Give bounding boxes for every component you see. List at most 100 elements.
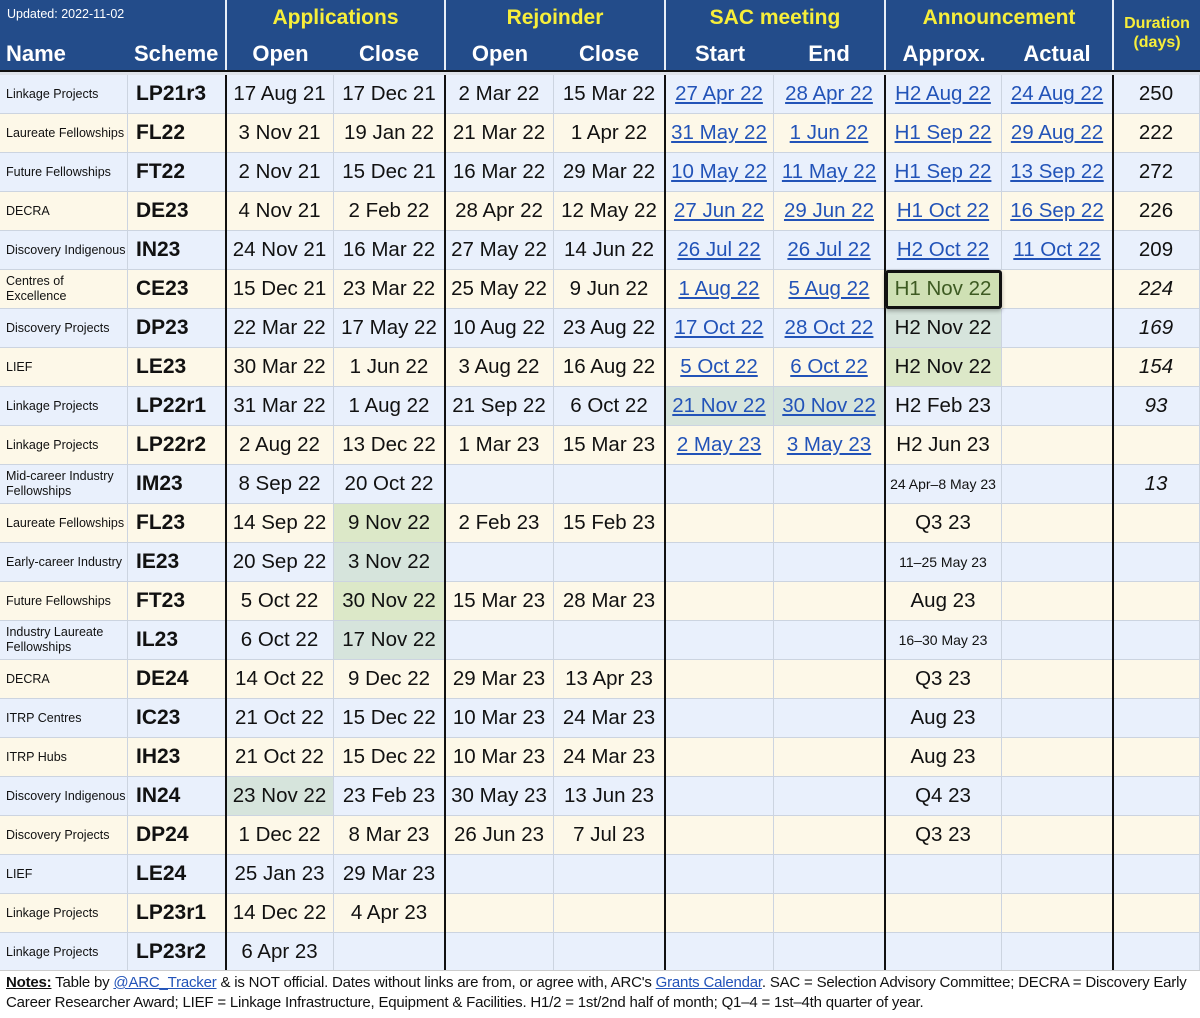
cell-sac-start[interactable]: 27 Jun 22 xyxy=(665,192,774,231)
date-link[interactable]: 3 May 23 xyxy=(787,433,871,457)
cell-sac-end[interactable]: 30 Nov 22 xyxy=(774,387,885,426)
date-link[interactable]: 24 Aug 22 xyxy=(1011,82,1103,106)
cell-ann-approx: 24 Apr–8 May 23 xyxy=(885,465,1002,504)
cell-rej-open: 29 Mar 23 xyxy=(445,660,554,699)
cell-scheme: FL23 xyxy=(128,504,226,543)
date-link[interactable]: 27 Apr 22 xyxy=(675,82,763,106)
cell-name: Linkage Projects xyxy=(0,894,128,933)
cell-ann-approx[interactable]: H2 Oct 22 xyxy=(885,231,1002,270)
cell-sac-end[interactable]: 28 Oct 22 xyxy=(774,309,885,348)
date-link[interactable]: 30 Nov 22 xyxy=(782,394,875,418)
date-link[interactable]: 13 Sep 22 xyxy=(1010,160,1103,184)
cell-app-open: 8 Sep 22 xyxy=(226,465,334,504)
cell-app-close: 15 Dec 22 xyxy=(334,699,445,738)
date-link[interactable]: 1 Jun 22 xyxy=(790,121,869,145)
date-link[interactable]: 21 Nov 22 xyxy=(672,394,765,418)
cell-scheme: IN23 xyxy=(128,231,226,270)
date-link[interactable]: H2 Oct 22 xyxy=(897,238,989,262)
cell-scheme: DP23 xyxy=(128,309,226,348)
date-link[interactable]: 11 May 22 xyxy=(782,160,876,184)
cell-name: Laureate Fellowships xyxy=(0,114,128,153)
date-link[interactable]: H1 Sep 22 xyxy=(895,121,992,145)
date-link[interactable]: 5 Aug 22 xyxy=(789,277,870,301)
cell-ann-actual[interactable]: 11 Oct 22 xyxy=(1002,231,1113,270)
cell-app-close: 1 Aug 22 xyxy=(334,387,445,426)
cell-sac-end xyxy=(774,816,885,855)
cell-duration xyxy=(1113,426,1200,465)
col-header-rej-open: Open xyxy=(471,41,529,66)
cell-ann-actual[interactable]: 29 Aug 22 xyxy=(1002,114,1113,153)
cell-sac-start xyxy=(665,504,774,543)
date-link[interactable]: H1 Oct 22 xyxy=(897,199,989,223)
date-link[interactable]: 26 Jul 22 xyxy=(787,238,870,262)
cell-sac-start[interactable]: 17 Oct 22 xyxy=(665,309,774,348)
date-link[interactable]: 28 Oct 22 xyxy=(785,316,874,340)
cell-sac-start[interactable]: 26 Jul 22 xyxy=(665,231,774,270)
col-header-ann-approx: Approx. xyxy=(902,41,986,66)
date-link[interactable]: H2 Aug 22 xyxy=(895,82,991,106)
cell-rej-close xyxy=(554,621,665,660)
cell-sac-start[interactable]: 10 May 22 xyxy=(665,153,774,192)
cell-sac-start xyxy=(665,738,774,777)
cell-duration: 226 xyxy=(1113,192,1200,231)
group-divider xyxy=(1112,75,1114,970)
cell-app-close: 17 May 22 xyxy=(334,309,445,348)
cell-sac-end[interactable]: 5 Aug 22 xyxy=(774,270,885,309)
cell-sac-end[interactable]: 11 May 22 xyxy=(774,153,885,192)
arc-tracker-link[interactable]: @ARC_Tracker xyxy=(113,974,216,991)
cell-rej-close: 28 Mar 23 xyxy=(554,582,665,621)
header-divider xyxy=(664,0,666,70)
cell-name: ITRP Centres xyxy=(0,699,128,738)
date-link[interactable]: 16 Sep 22 xyxy=(1010,199,1103,223)
cell-ann-approx[interactable]: H2 Aug 22 xyxy=(885,75,1002,114)
table-row: DECRA DE23 4 Nov 21 2 Feb 22 28 Apr 22 12 May… xyxy=(0,192,1200,231)
cell-sac-end[interactable]: 1 Jun 22 xyxy=(774,114,885,153)
date-link[interactable]: 10 May 22 xyxy=(671,160,767,184)
cell-sac-start[interactable]: 27 Apr 22 xyxy=(665,75,774,114)
cell-app-open: 30 Mar 22 xyxy=(226,348,334,387)
date-link[interactable]: 1 Aug 22 xyxy=(679,277,760,301)
cell-sac-end[interactable]: 29 Jun 22 xyxy=(774,192,885,231)
date-link[interactable]: 17 Oct 22 xyxy=(675,316,764,340)
cell-sac-start[interactable]: 2 May 23 xyxy=(665,426,774,465)
date-link[interactable]: 11 Oct 22 xyxy=(1013,238,1100,262)
date-link[interactable]: 2 May 23 xyxy=(677,433,761,457)
cell-sac-end[interactable]: 3 May 23 xyxy=(774,426,885,465)
date-link[interactable]: 29 Aug 22 xyxy=(1011,121,1103,145)
cell-sac-start[interactable]: 21 Nov 22 xyxy=(665,387,774,426)
cell-app-open: 15 Dec 21 xyxy=(226,270,334,309)
cell-rej-close: 16 Aug 22 xyxy=(554,348,665,387)
cell-scheme: LP22r1 xyxy=(128,387,226,426)
cell-ann-actual xyxy=(1002,738,1113,777)
cell-sac-start[interactable]: 5 Oct 22 xyxy=(665,348,774,387)
cell-sac-end[interactable]: 6 Oct 22 xyxy=(774,348,885,387)
date-link[interactable]: 28 Apr 22 xyxy=(785,82,873,106)
cell-sac-start[interactable]: 1 Aug 22 xyxy=(665,270,774,309)
cell-app-open: 6 Oct 22 xyxy=(226,621,334,660)
table-row: ITRP Centres IC23 21 Oct 22 15 Dec 22 10 Mar… xyxy=(0,699,1200,738)
cell-ann-approx[interactable]: H1 Sep 22 xyxy=(885,153,1002,192)
date-link[interactable]: 29 Jun 22 xyxy=(784,199,874,223)
date-link[interactable]: 26 Jul 22 xyxy=(677,238,760,262)
cell-ann-actual[interactable]: 24 Aug 22 xyxy=(1002,75,1113,114)
date-link[interactable]: 6 Oct 22 xyxy=(790,355,868,379)
cell-rej-open: 3 Aug 22 xyxy=(445,348,554,387)
cell-app-close: 16 Mar 22 xyxy=(334,231,445,270)
date-link[interactable]: 31 May 22 xyxy=(671,121,767,145)
cell-rej-open: 21 Sep 22 xyxy=(445,387,554,426)
date-link[interactable]: H1 Sep 22 xyxy=(895,160,992,184)
cell-sac-end[interactable]: 28 Apr 22 xyxy=(774,75,885,114)
grants-calendar-link[interactable]: Grants Calendar xyxy=(656,974,762,991)
cell-ann-actual[interactable]: 13 Sep 22 xyxy=(1002,153,1113,192)
cell-ann-approx: Q3 23 xyxy=(885,816,1002,855)
date-link[interactable]: 5 Oct 22 xyxy=(680,355,758,379)
cell-ann-actual[interactable]: 16 Sep 22 xyxy=(1002,192,1113,231)
cell-app-close: 20 Oct 22 xyxy=(334,465,445,504)
cell-ann-approx[interactable]: H1 Oct 22 xyxy=(885,192,1002,231)
cell-ann-approx[interactable]: H1 Sep 22 xyxy=(885,114,1002,153)
cell-rej-close: 29 Mar 22 xyxy=(554,153,665,192)
date-link[interactable]: 27 Jun 22 xyxy=(674,199,764,223)
cell-sac-start[interactable]: 31 May 22 xyxy=(665,114,774,153)
cell-app-open: 22 Mar 22 xyxy=(226,309,334,348)
cell-sac-end[interactable]: 26 Jul 22 xyxy=(774,231,885,270)
